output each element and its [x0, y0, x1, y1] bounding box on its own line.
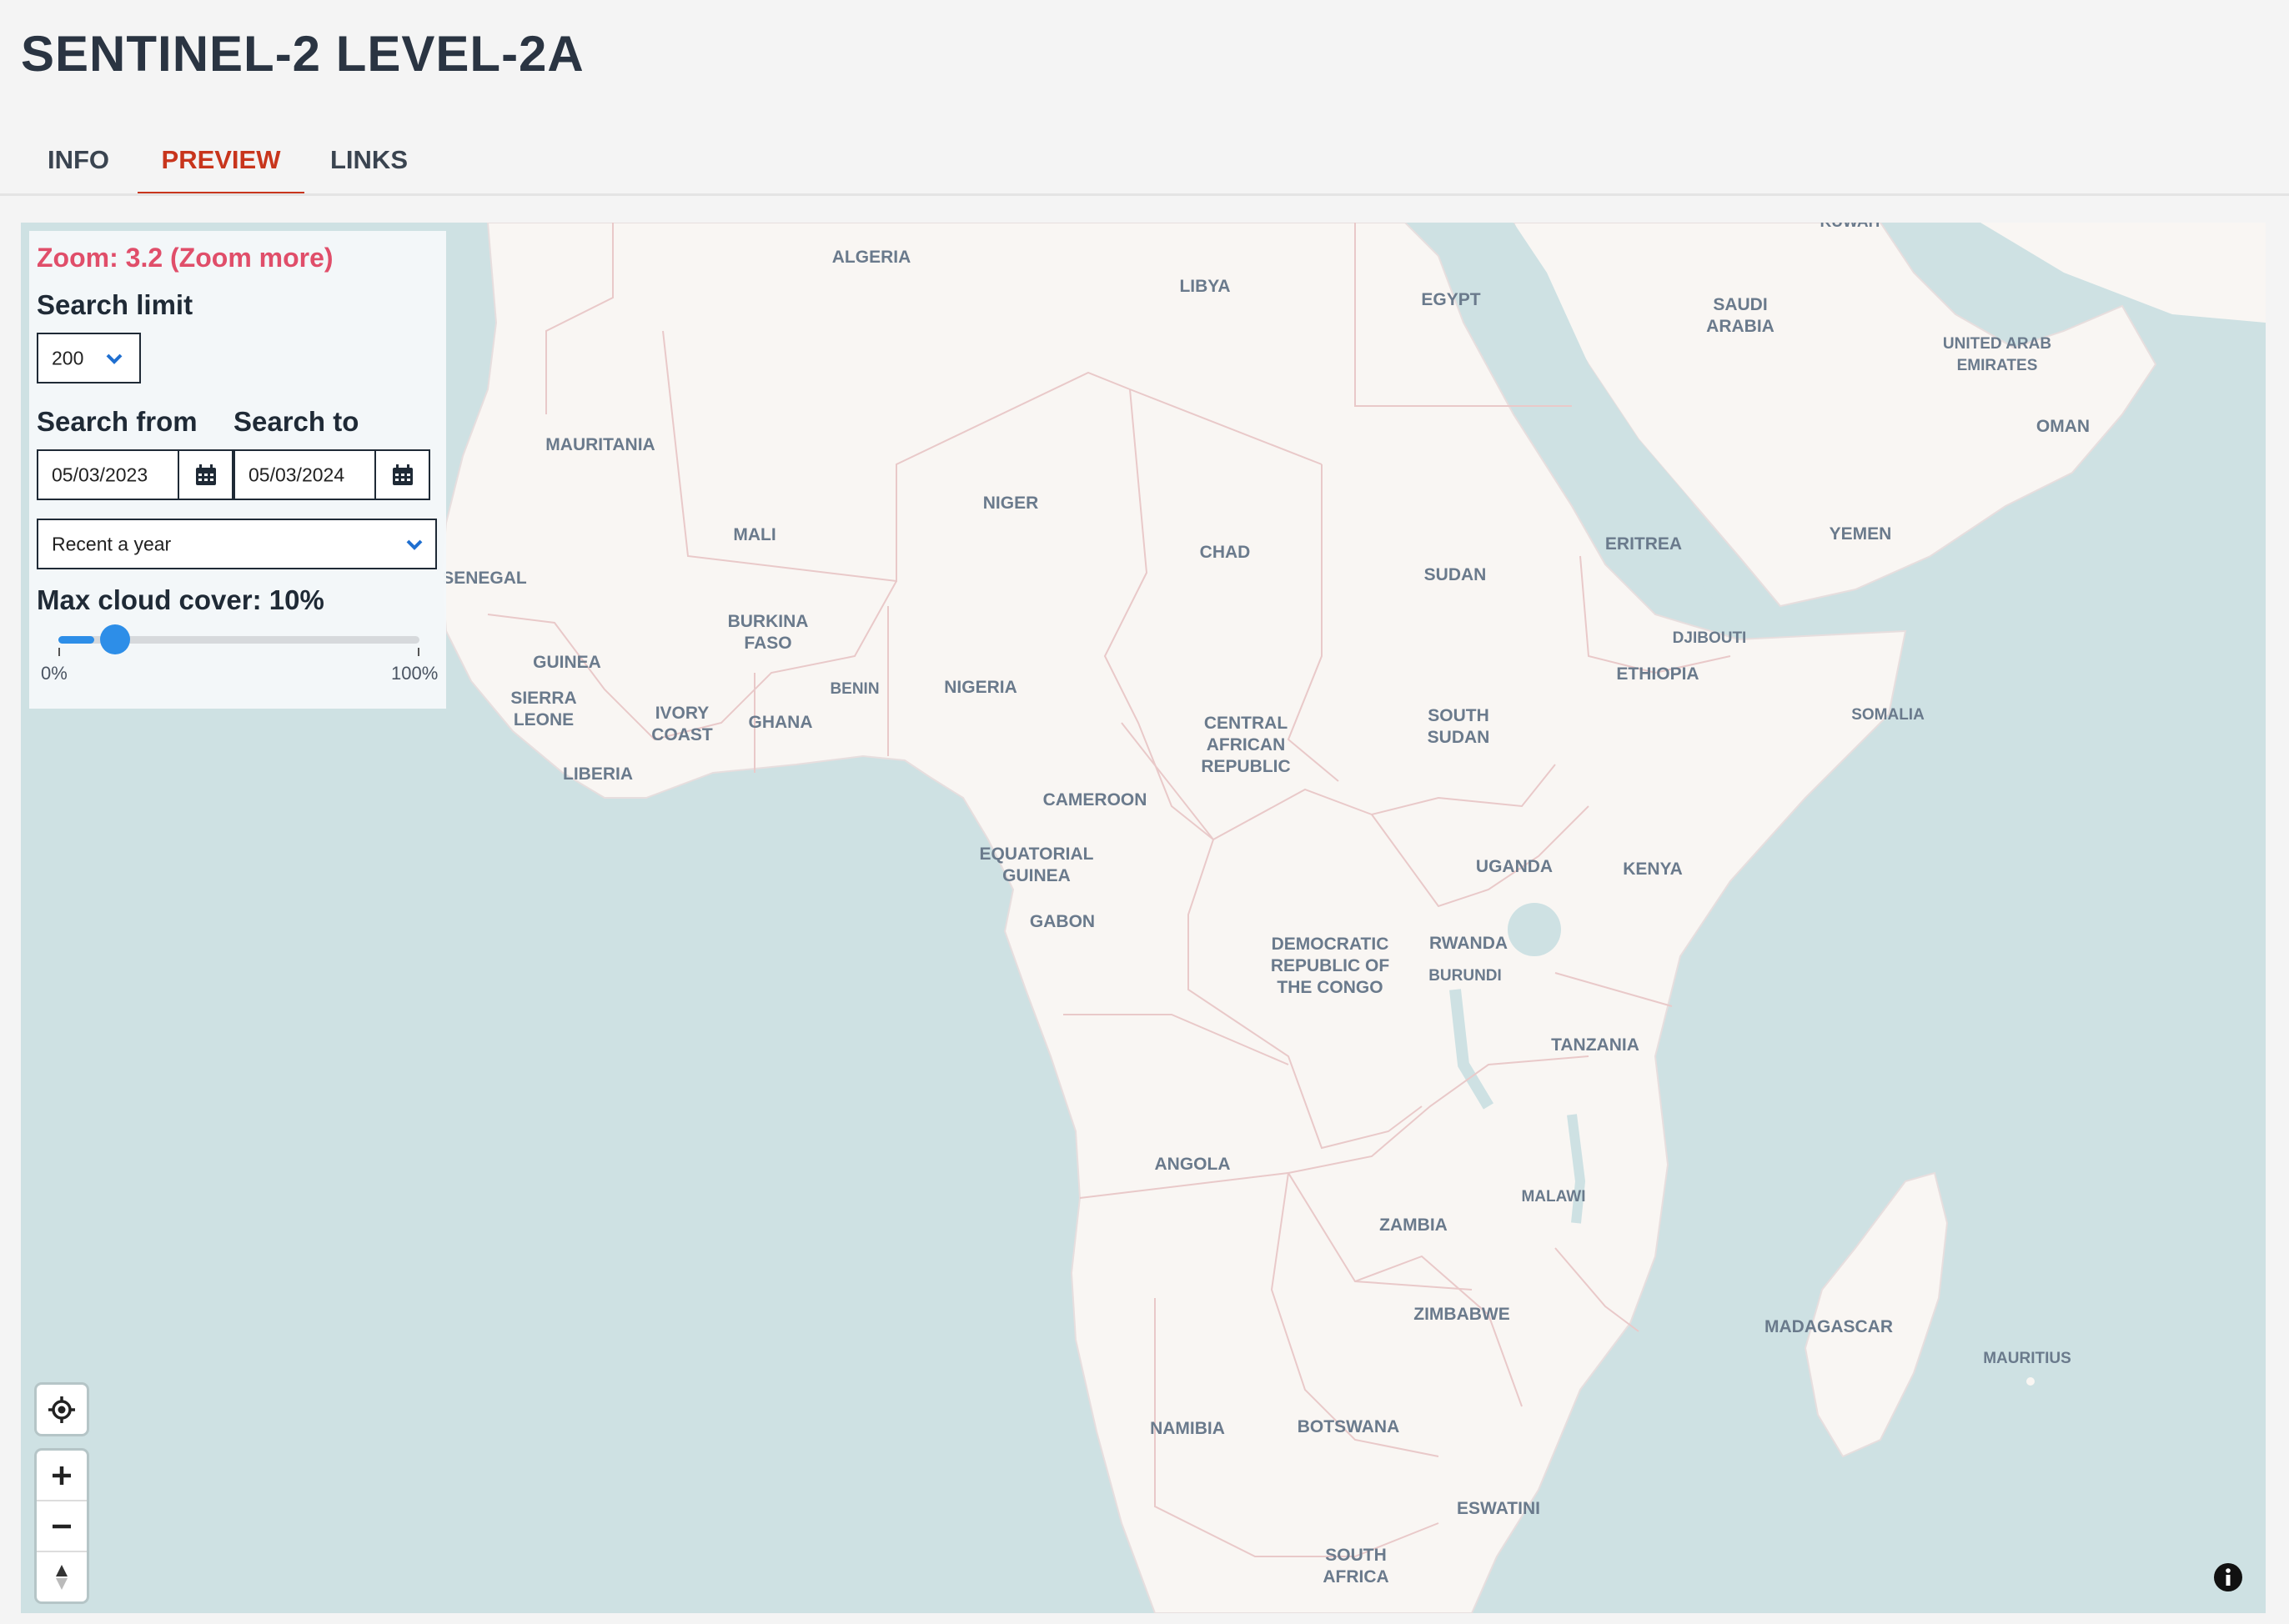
- map-label: UNITED ARAB EMIRATES: [1942, 335, 2052, 374]
- map-label: RWANDA: [1428, 934, 1508, 953]
- chevron-down-icon: [106, 353, 123, 364]
- search-to-value: 05/03/2024: [248, 464, 345, 485]
- map-label: DEMOCRATIC REPUBLIC OF THE CONGO: [1270, 935, 1390, 997]
- map-label: ESWATINI: [1457, 1499, 1540, 1518]
- map-label: KENYA: [1623, 860, 1683, 879]
- map-label: ZIMBABWE: [1413, 1305, 1510, 1324]
- map-label: GABON: [1029, 912, 1096, 931]
- header: SENTINEL-2 LEVEL-2A INFO PREVIEW LINKS: [0, 0, 2289, 195]
- cloud-cover-slider-fill: [58, 636, 95, 644]
- map-label: CENTRAL AFRICAN REPUBLIC: [1201, 714, 1291, 776]
- map-label: ERITREA: [1604, 534, 1683, 554]
- map-label: SIERRA LEONE: [510, 689, 577, 729]
- map-label: UGANDA: [1475, 857, 1554, 876]
- map-label: SOMALIA: [1851, 706, 1925, 724]
- calendar-icon: [195, 464, 216, 485]
- cloud-cover-label: Max cloud cover: 10%: [37, 584, 324, 615]
- search-from-calendar-button[interactable]: [178, 449, 233, 500]
- page-title: SENTINEL-2 LEVEL-2A: [21, 26, 585, 82]
- search-to-label: Search to: [233, 406, 359, 437]
- map-label: NAMIBIA: [1150, 1419, 1225, 1438]
- chevron-down-icon: [406, 539, 423, 550]
- map-label: LIBERIA: [563, 764, 633, 784]
- map-label: EGYPT: [1421, 290, 1481, 309]
- map-label: GHANA: [748, 713, 813, 732]
- search-limit-label: Search limit: [37, 289, 193, 320]
- map-label: SENEGAL: [442, 569, 527, 588]
- map-label: CHAD: [1199, 543, 1251, 562]
- map-label: SUDAN: [1423, 565, 1487, 584]
- search-limit-select[interactable]: 200: [37, 333, 141, 383]
- header-divider: [0, 193, 2289, 196]
- cloud-range-min-label: 0%: [41, 663, 68, 684]
- map-label: BENIN: [830, 680, 880, 698]
- map-label: MAURITIUS: [1983, 1350, 2071, 1367]
- map-label: ALGERIA: [831, 248, 911, 267]
- map-label: KUWAIT: [1820, 223, 1883, 233]
- tab-info[interactable]: INFO: [32, 133, 125, 192]
- cloud-range-max-label: 100%: [391, 663, 439, 684]
- search-from-input[interactable]: 05/03/2023: [37, 449, 179, 500]
- map-label: CAMEROON: [1042, 790, 1147, 809]
- map-label: NIGERIA: [944, 678, 1017, 697]
- map-label: MAURITANIA: [545, 435, 655, 454]
- map-label: LIBYA: [1179, 277, 1231, 296]
- slider-tick: [418, 648, 419, 656]
- zoom-controls: [37, 1451, 87, 1601]
- slider-tick: [58, 648, 60, 656]
- search-to-input[interactable]: 05/03/2024: [233, 449, 376, 500]
- cloud-cover-slider-thumb[interactable]: [100, 624, 131, 654]
- map-label: SOUTH SUDAN: [1427, 706, 1490, 747]
- map-label: SAUDI ARABIA: [1706, 295, 1774, 336]
- time-range-preset-value: Recent a year: [52, 533, 172, 554]
- calendar-icon: [392, 464, 413, 485]
- search-panel: Zoom: 3.2 (Zoom more) Search limit 200 S…: [29, 231, 446, 709]
- map-label: MALI: [733, 525, 776, 544]
- map-label: OMAN: [2036, 417, 2091, 436]
- map-label: IVORY COAST: [651, 704, 713, 744]
- compass-icon: [56, 1564, 68, 1590]
- map-attribution-button[interactable]: [2212, 1561, 2244, 1593]
- search-limit-value: 200: [52, 347, 84, 368]
- time-range-preset-select[interactable]: Recent a year: [37, 519, 437, 569]
- search-from-label: Search from: [37, 406, 198, 437]
- map-label: ZAMBIA: [1379, 1215, 1448, 1235]
- map-label: NIGER: [982, 494, 1039, 513]
- map-label: EQUATORIAL GUINEA: [979, 845, 1094, 885]
- info-icon: [2214, 1563, 2242, 1591]
- locate-icon: [48, 1396, 75, 1423]
- map-label: SOUTH AFRICA: [1323, 1546, 1389, 1586]
- zoom-in-button[interactable]: [37, 1451, 87, 1501]
- map-label: BURKINA FASO: [727, 612, 809, 653]
- zoom-out-icon: [53, 1524, 71, 1528]
- madagascar-landmass: [1804, 1171, 1949, 1458]
- map-label: ETHIOPIA: [1616, 664, 1699, 684]
- zoom-out-button[interactable]: [37, 1501, 87, 1552]
- zoom-in-icon: [53, 1466, 71, 1485]
- map-label: MADAGASCAR: [1764, 1317, 1893, 1336]
- map-label: DJIBOUTI: [1672, 629, 1747, 647]
- map-label: GUINEA: [533, 653, 601, 672]
- lake-victoria: [1508, 903, 1561, 956]
- map-label: TANZANIA: [1551, 1035, 1639, 1055]
- tab-links[interactable]: LINKS: [317, 133, 421, 192]
- zoom-indicator[interactable]: Zoom: 3.2 (Zoom more): [37, 243, 334, 273]
- map-label: BOTSWANA: [1297, 1417, 1400, 1436]
- search-from-value: 05/03/2023: [52, 464, 148, 485]
- tab-preview[interactable]: PREVIEW: [138, 133, 304, 195]
- map-label: ANGOLA: [1154, 1155, 1231, 1174]
- map-label: MALAWI: [1521, 1188, 1586, 1205]
- map-label: YEMEN: [1829, 524, 1892, 544]
- map-label: BURUNDI: [1428, 967, 1502, 985]
- locate-button[interactable]: [37, 1385, 87, 1434]
- search-to-calendar-button[interactable]: [374, 449, 430, 500]
- mauritius-island: [2026, 1377, 2035, 1386]
- reset-north-button[interactable]: [37, 1552, 87, 1601]
